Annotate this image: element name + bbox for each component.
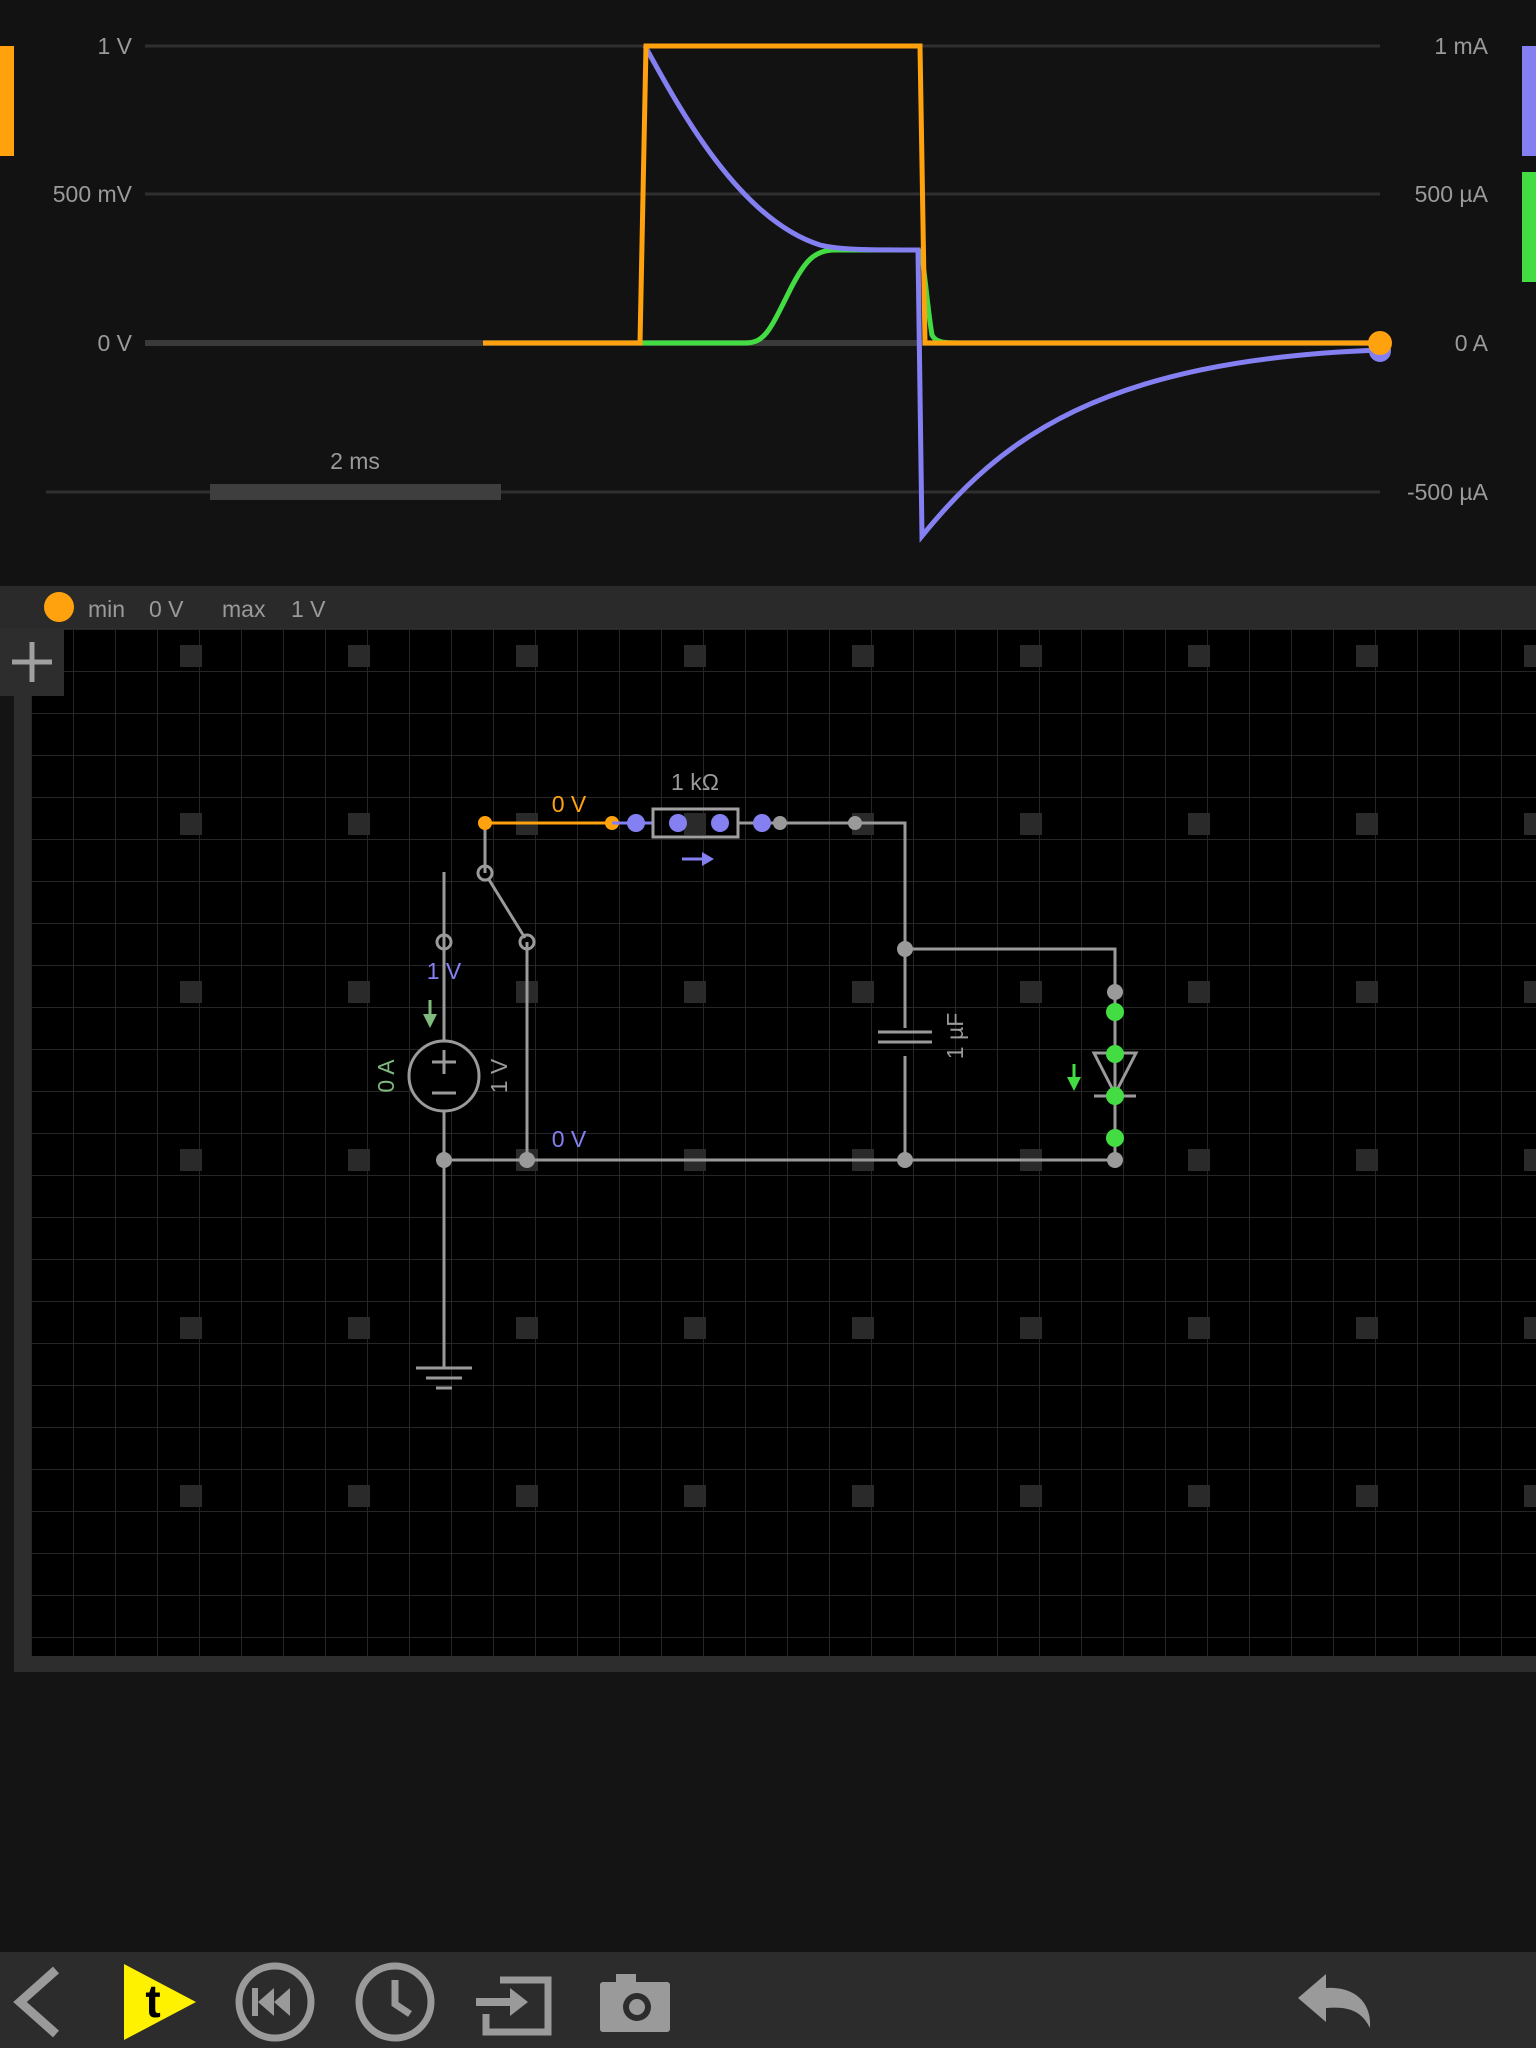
chevron-left-icon[interactable] [0,1952,80,2048]
left-axis-zero-label: 0 V [97,330,132,356]
resistor-value-label: 1 kΩ [671,769,719,795]
source-voltage-label: 1 V [486,1058,512,1093]
diode-trace-indicator[interactable] [1522,172,1536,282]
current-trace [642,44,1381,543]
canvas-grid [31,629,1536,1656]
clock-icon[interactable] [350,1952,440,2048]
source-current-label: 0 A [373,1059,399,1093]
circuit-editor[interactable]: 0 V 1 kΩ 1 V 0 A 1 V 0 V 1 µF [0,628,1536,1952]
probe-max-label: max [222,596,266,622]
junction-top-left[interactable] [478,816,492,830]
voltage-trace-indicator[interactable] [0,46,14,156]
camera-icon[interactable] [596,1952,676,2048]
source-top-voltage-label: 1 V [427,958,462,984]
svg-text:t: t [145,1975,160,2027]
wire-bottom-voltage-label: 0 V [552,1126,587,1152]
oscilloscope-graph: 1 V 500 mV 0 V 1 mA 500 µA 0 A -500 µA 2… [0,33,1536,543]
probe-min-label: min [88,596,126,622]
probe-max-value: 1 V [291,596,326,622]
right-axis-neg-label: -500 µA [1407,479,1489,505]
rewind-icon[interactable] [230,1952,320,2048]
capacitor-value-label: 1 µF [942,1013,968,1059]
time-scale-bar[interactable] [210,484,501,500]
left-axis-top-label: 1 V [97,33,132,59]
time-scale-label: 2 ms [330,448,380,474]
right-axis-mid-label: 500 µA [1415,181,1489,207]
diode-current-trace [640,247,1380,346]
probe-min-value: 0 V [149,596,184,622]
right-axis-top-label: 1 mA [1434,33,1488,59]
probe-color-dot[interactable] [40,587,80,627]
circuit-canvas[interactable]: 0 V 1 kΩ 1 V 0 A 1 V 0 V 1 µF [0,628,1536,1952]
export-icon[interactable] [470,1952,560,2048]
bottom-toolbar: t [0,1952,1536,2048]
voltage-trace-endpoint [1368,331,1392,355]
oscilloscope-panel[interactable]: 1 V 500 mV 0 V 1 mA 500 µA 0 A -500 µA 2… [0,0,1536,586]
undo-icon[interactable] [1290,1952,1380,2048]
current-trace-indicator[interactable] [1522,46,1536,156]
probe-info-bar: min 0 V max 1 V [0,586,1536,628]
wire-top-voltage-label: 0 V [552,791,587,817]
left-axis-mid-label: 500 mV [53,181,133,207]
play-t-icon[interactable]: t [110,1952,210,2048]
right-axis-zero-label: 0 A [1455,330,1489,356]
